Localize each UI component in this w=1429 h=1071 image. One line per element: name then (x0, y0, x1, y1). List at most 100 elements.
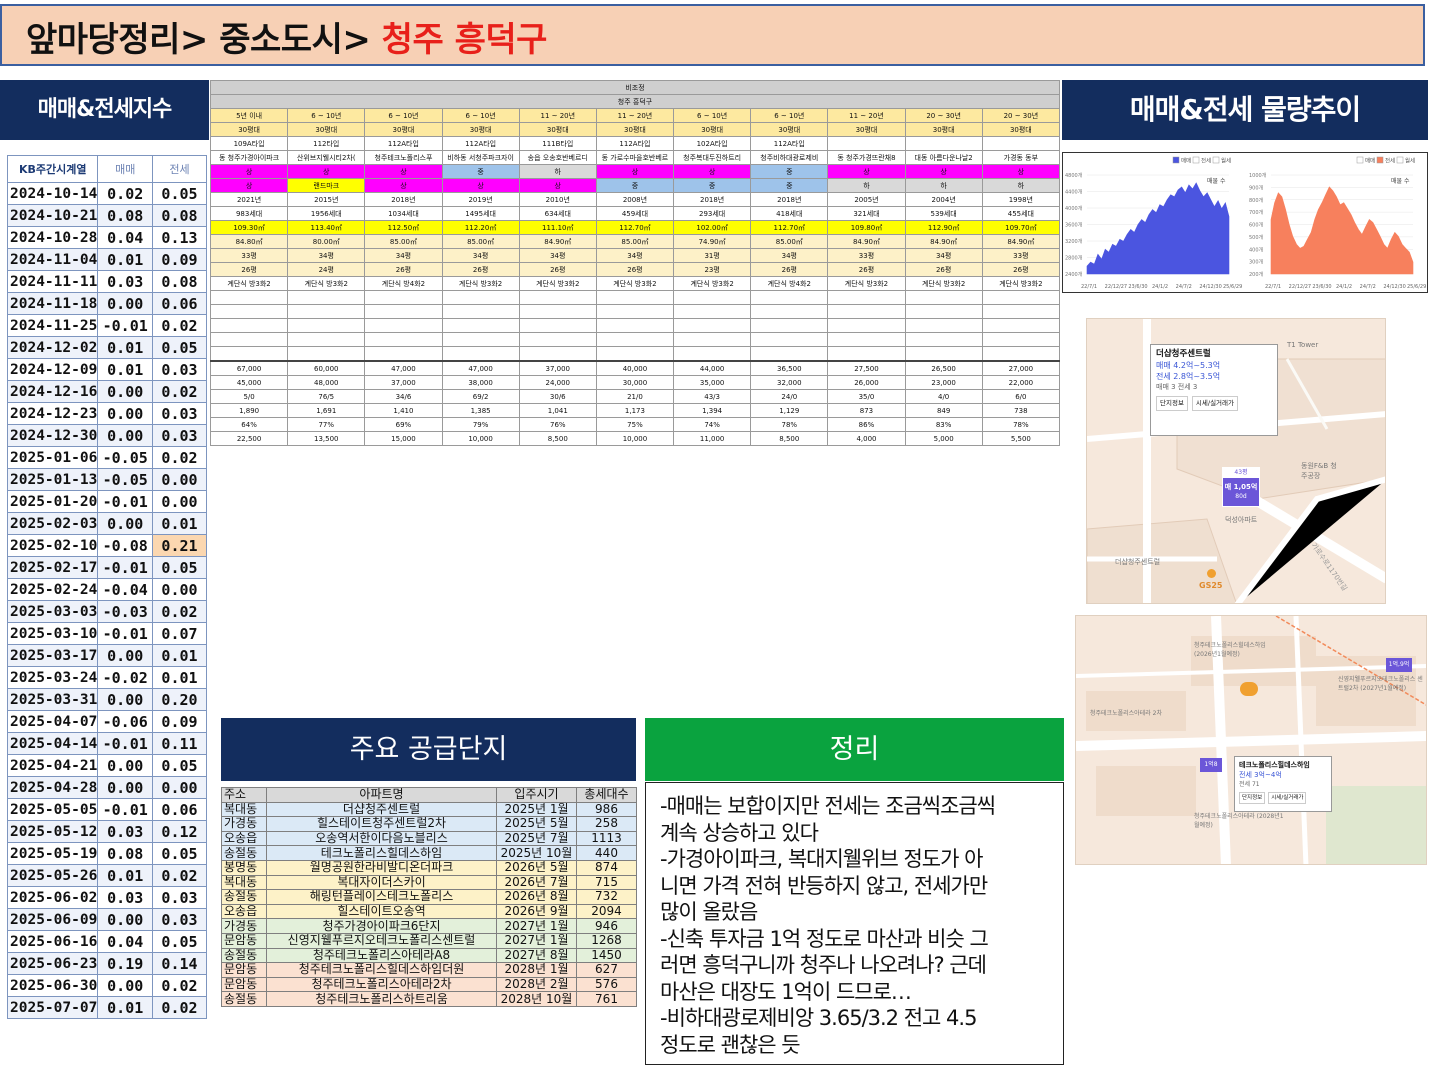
grid-cell-r3: 69/2 (441, 389, 520, 404)
grid-cell-r4: 1,691 (287, 403, 366, 418)
supply-row: 가경동 청주가경아이파크6단지 2027년 1월 946 (221, 918, 637, 934)
supply-row: 송절동 청주테크노폴리스하트리움 2028년 10월 761 (221, 991, 637, 1007)
grid-empty-cell (827, 290, 906, 305)
grid-row-py2: 26평 24평 26평 26평 26평 26평 23평 26평 26평 26평 26평 (209, 262, 1061, 277)
sale-chart-legend-swatch (1212, 156, 1220, 164)
kb-sale-value: 0.00 (97, 402, 153, 425)
store-pin-icon (1207, 569, 1216, 578)
grid-cell-r5: 77% (287, 417, 366, 432)
grid-cell-r2: 23,000 (904, 375, 983, 390)
grid-cell-r2: 22,000 (981, 375, 1061, 390)
grid-cell-r4: 1,173 (595, 403, 675, 418)
kb-sale-value: -0.01 (97, 556, 153, 579)
kb-row: 2024-10-21 0.08 0.08 (6, 204, 208, 227)
grid-cell-year: 2015년 (287, 192, 366, 207)
grid-empty-cell (673, 304, 752, 319)
supply-apt-name: 청주테크노폴리스아테라A8 (266, 947, 497, 964)
kb-date: 2025-03-17 (6, 644, 99, 667)
grid-cell-name: 동 청주가경아이파크 (209, 150, 289, 165)
grid-cell-r1: 67,000 (209, 360, 289, 376)
grid-cell-type: 112A타입 (441, 136, 520, 151)
grid-cell-py: 33평 (827, 248, 906, 263)
map-central[interactable]: 더샵청주센트럴 매매 4.2억~5.3억 전세 2.8억~3.5억 매매 3 전… (1086, 318, 1386, 604)
kb-sale-value: 0.00 (97, 754, 153, 777)
map2-info-button[interactable]: 단지정보 (1239, 792, 1266, 804)
grid-cell-grade2: 상 (209, 178, 289, 193)
grid-cell-size: 30평대 (827, 122, 906, 137)
map2-price-button[interactable]: 시세/실거래가 (1268, 792, 1307, 804)
map2-tag-1[interactable]: 1억,9억 (1386, 658, 1412, 672)
map-price-tag[interactable]: 43평 매 1,05억 80d (1222, 467, 1260, 507)
rent-chart-y-tick: 700개 (1249, 209, 1264, 216)
kb-rent-value: 0.14 (151, 952, 208, 975)
grid-cell-year: 2018년 (673, 192, 752, 207)
grid-cell-exclusive: 84.90㎡ (904, 234, 983, 249)
map2-popup-title: 테크노폴리스힐데스하임 (1239, 761, 1310, 769)
supply-move-in: 2027년 1월 (496, 918, 577, 934)
summary-line: 마산은 대장도 1억이 드므로… (660, 979, 912, 1004)
kb-rent-value: 0.03 (151, 886, 208, 909)
kb-date: 2025-03-10 (6, 622, 99, 645)
grid-cell-r1: 44,000 (673, 360, 752, 376)
grid-empty-cell (441, 318, 520, 333)
rent-chart-y-tick: 800개 (1249, 197, 1264, 204)
grid-cell-r4: 1,890 (209, 403, 289, 418)
kb-rent-value: 0.12 (151, 820, 208, 843)
grid-cell-exclusive: 80.00㎡ (287, 234, 366, 249)
grid-cell-r2: 32,000 (750, 375, 829, 390)
grid-empty-cell (441, 304, 520, 319)
map-label-gs25: GS25 (1199, 581, 1223, 590)
grid-empty-row (209, 318, 1061, 333)
grid-row-grade: 상상상중하상상중상상상 (209, 164, 1061, 179)
map2-tag-2[interactable]: 1억8 (1200, 758, 1222, 772)
grid-cell-age: 6 ~ 10년 (673, 108, 752, 123)
map2-label-a: 청주테크노폴리스힐데스하임 (2026년1월예정) (1194, 642, 1266, 658)
map-technopolis[interactable]: 청주테크노폴리스힐데스하임 (2026년1월예정) 청주테크노폴리스아테라 2차… (1075, 615, 1427, 865)
grid-cell-r2: 38,000 (441, 375, 520, 390)
kb-row: 2025-06-16 0.04 0.05 (6, 930, 208, 953)
grid-empty-cell (287, 346, 366, 362)
kb-rent-value: 0.00 (151, 776, 208, 799)
grid-row-type: 109A타입 112타입 112A타입 112A타입 111B타입 112A타입 102A타… (209, 136, 1061, 151)
grid-cell-r1: 37,000 (518, 360, 597, 376)
kb-rent-value: 0.00 (151, 468, 208, 491)
supply-move-in: 2025년 7월 (496, 830, 577, 847)
kb-date: 2025-02-24 (6, 578, 99, 601)
sale-chart-x-tick: 23/6/30 (1128, 284, 1147, 290)
grid-cell-area: 109.30㎡ (209, 220, 289, 235)
complex-info-button[interactable]: 단지정보 (1156, 396, 1188, 411)
grid-cell-r4: 1,041 (518, 403, 597, 418)
grid-cell-py: 34평 (287, 248, 366, 263)
grid-cell-name: 청주비하대광로제비 (750, 150, 829, 165)
kb-rent-value: 0.05 (151, 754, 208, 777)
grid-cell-r2: 48,000 (287, 375, 366, 390)
grid-cell-py: 34평 (441, 248, 520, 263)
grid-cell-age: 11 ~ 20년 (827, 108, 906, 123)
grid-cell-age: 11 ~ 20년 (518, 108, 597, 123)
map-label-central: 더샵청주센트럴 (1115, 558, 1161, 566)
kb-date: 2025-07-07 (6, 996, 99, 1019)
grid-empty-cell (750, 346, 829, 362)
supply-apt-name: 복대자이더스카이 (266, 874, 497, 891)
kb-row: 2025-04-28 0.00 0.00 (6, 776, 208, 799)
kb-date: 2025-01-06 (6, 446, 99, 469)
grid-empty-cell (595, 346, 675, 362)
grid-cell-r2: 37,000 (364, 375, 443, 390)
grid-cell-households: 1034세대 (364, 206, 443, 221)
kb-date: 2025-06-16 (6, 930, 99, 953)
grid-cell-name: 송읍 오송호반베르디 (518, 150, 597, 165)
kb-row: 2025-05-12 0.03 0.12 (6, 820, 208, 843)
kb-sale-value: -0.01 (97, 732, 153, 755)
rent-chart-x-tick: 22/12/27 (1289, 284, 1311, 290)
price-button[interactable]: 시세/실거래가 (1191, 396, 1238, 411)
grid-empty-cell (364, 318, 443, 333)
grid-cell-year: 2019년 (441, 192, 520, 207)
grid-cell-name: 산위브지웰시티2차( (287, 150, 366, 165)
kb-row: 2025-05-19 0.08 0.05 (6, 842, 208, 865)
grid-row-grade2: 상 랜드마크 상 상 상 중 중 중 하 하 하 (209, 178, 1061, 193)
kb-row: 2025-03-03 -0.03 0.02 (6, 600, 208, 623)
grid-row-r4: 1,890 1,691 1,410 1,385 1,041 1,173 1,394 1,129… (209, 403, 1061, 418)
kb-sale-value: -0.01 (97, 798, 153, 821)
grid-cell-r4: 1,394 (673, 403, 752, 418)
grid-cell-type: 112A타입 (364, 136, 443, 151)
